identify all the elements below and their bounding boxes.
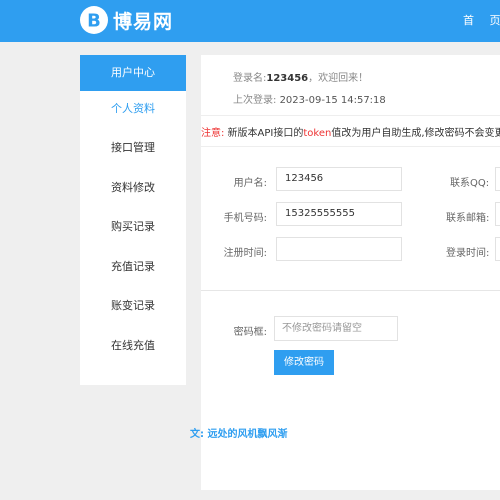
notice-part2: 值改为用户自助生成,修改密码不会变更 bbox=[331, 128, 500, 139]
login-time-label: 登录时间: bbox=[446, 248, 490, 259]
username-label: 用户名: bbox=[233, 178, 267, 189]
sidebar-item-balance[interactable]: 账变记录 bbox=[80, 288, 186, 324]
username-field[interactable]: 123456 bbox=[276, 167, 402, 191]
greeting-text: ，欢迎回来！ bbox=[308, 73, 369, 84]
top-header: B 博易网 首 页 bbox=[0, 0, 500, 42]
divider bbox=[201, 290, 500, 291]
password-label: 密码框: bbox=[233, 327, 267, 338]
qq-label: 联系QQ: bbox=[450, 178, 490, 189]
notice-prefix: 注意: bbox=[201, 128, 225, 139]
login-time-field[interactable] bbox=[495, 237, 500, 261]
qq-field[interactable] bbox=[495, 167, 500, 191]
logo-icon[interactable]: B bbox=[80, 6, 108, 34]
sidebar-item-edit-info[interactable]: 资料修改 bbox=[80, 170, 186, 206]
sidebar-item-user-center[interactable]: 用户中心 bbox=[80, 55, 186, 91]
welcome-line: 登录名:123456，欢迎回来！ bbox=[233, 69, 368, 84]
svg-text:B: B bbox=[87, 11, 101, 32]
footer-label: 文: bbox=[190, 429, 204, 440]
phone-label: 手机号码: bbox=[223, 213, 267, 224]
change-password-button[interactable]: 修改密码 bbox=[274, 350, 334, 375]
email-label: 联系邮箱: bbox=[446, 213, 490, 224]
footer-ticker: 文: 远处的风机飘风渐 bbox=[190, 425, 287, 440]
login-label: 登录名: bbox=[233, 73, 267, 84]
footer-text: 远处的风机飘风渐 bbox=[207, 429, 288, 440]
phone-field[interactable]: 15325555555 bbox=[276, 202, 402, 226]
sidebar-item-online-recharge[interactable]: 在线充值 bbox=[80, 328, 186, 364]
sidebar-item-api[interactable]: 接口管理 bbox=[80, 130, 186, 166]
api-notice: 注意: 新版本API接口的token值改为用户自助生成,修改密码不会变更toke… bbox=[201, 124, 500, 139]
password-input[interactable] bbox=[274, 316, 398, 341]
sidebar: 用户中心 个人资料 接口管理 资料修改 购买记录 充值记录 账变记录 在线充值 bbox=[80, 55, 186, 385]
login-username: 123456 bbox=[266, 73, 309, 84]
sidebar-item-purchase[interactable]: 购买记录 bbox=[80, 209, 186, 245]
divider bbox=[201, 146, 500, 147]
site-name[interactable]: 博易网 bbox=[113, 7, 173, 34]
sidebar-item-recharge[interactable]: 充值记录 bbox=[80, 249, 186, 285]
last-login-line: 上次登录: 2023-09-15 14:57:18 bbox=[233, 91, 386, 106]
notice-token1: token bbox=[303, 128, 332, 139]
register-time-field[interactable] bbox=[276, 237, 402, 261]
last-login-time: 2023-09-15 14:57:18 bbox=[279, 95, 386, 106]
last-login-label: 上次登录: bbox=[233, 95, 277, 106]
email-field[interactable] bbox=[495, 202, 500, 226]
notice-part1: 新版本API接口的 bbox=[224, 128, 304, 139]
register-time-label: 注册时间: bbox=[223, 248, 267, 259]
sidebar-item-profile[interactable]: 个人资料 bbox=[80, 91, 186, 127]
divider bbox=[201, 115, 500, 116]
nav-home-link[interactable]: 首 页 bbox=[463, 12, 500, 28]
